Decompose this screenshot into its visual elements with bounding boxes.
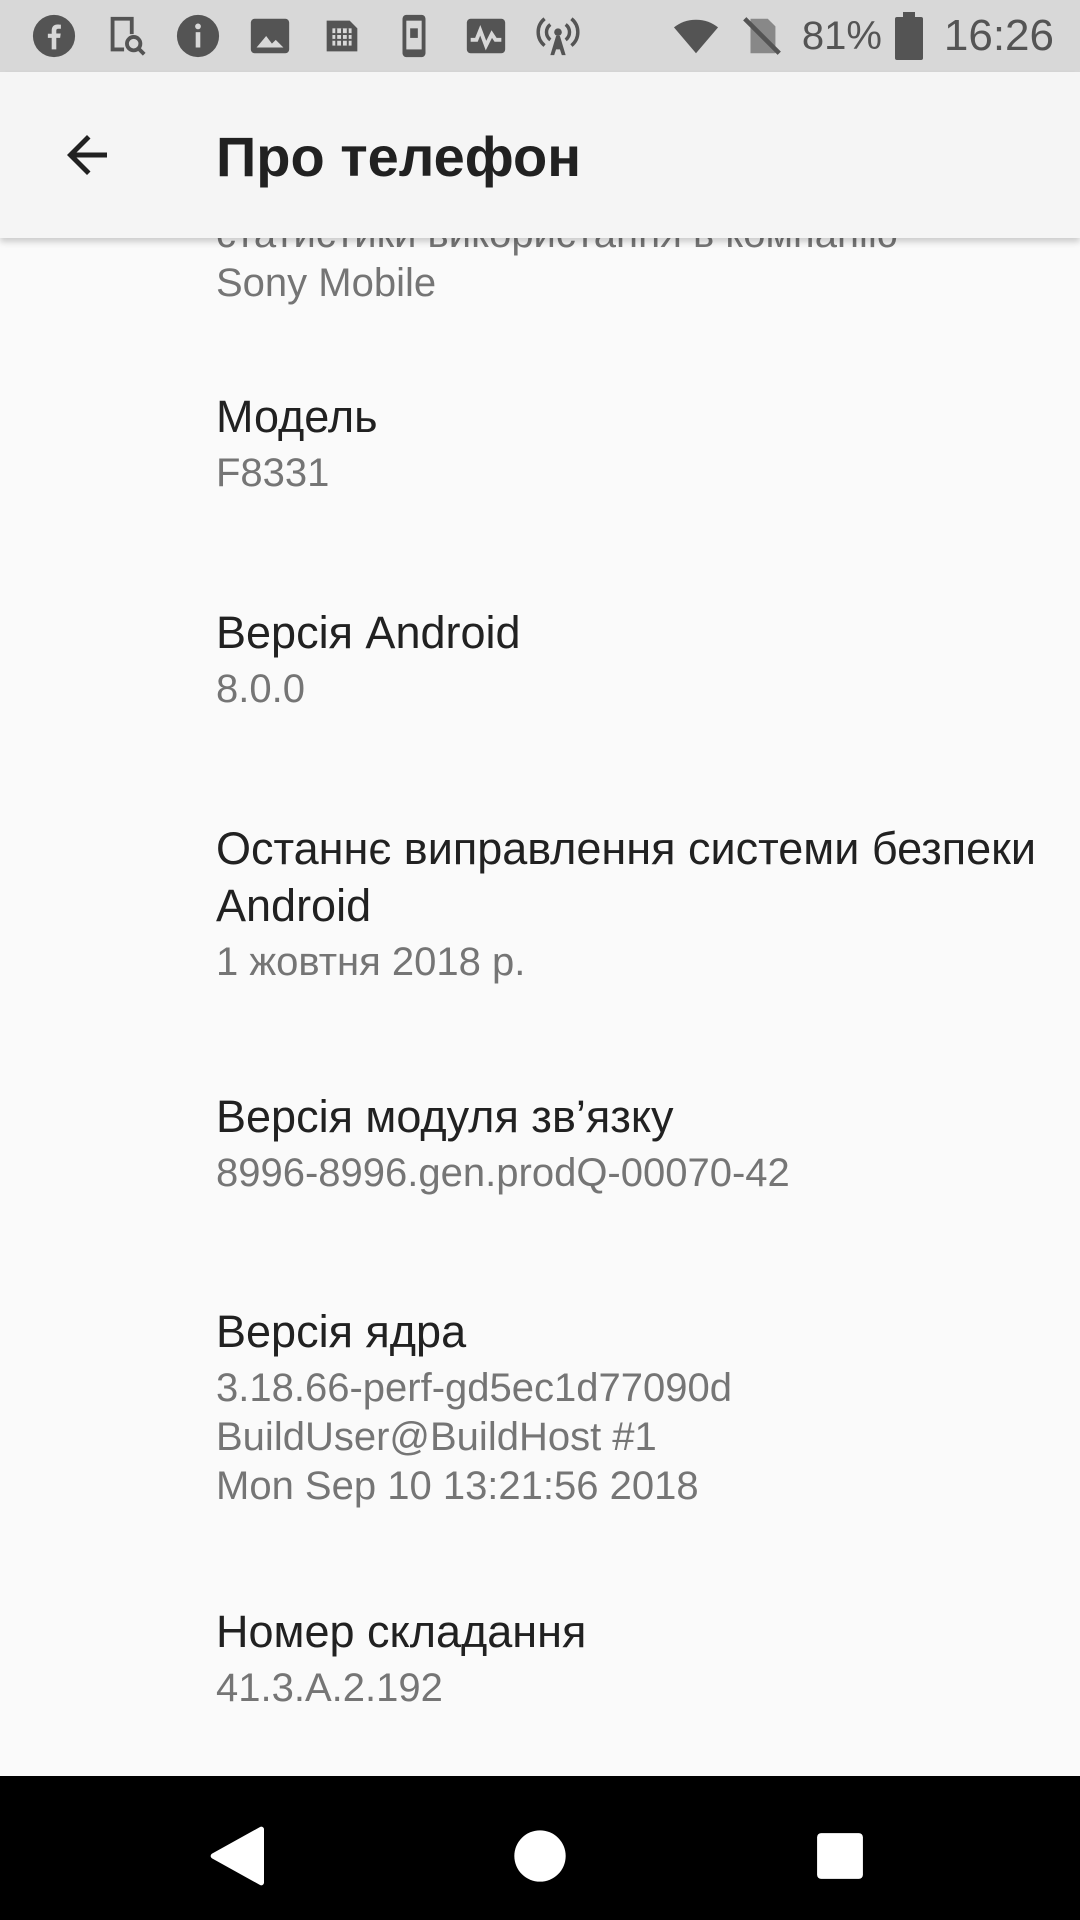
battery-percentage: 81%	[801, 13, 882, 58]
item-title: Версія ядра	[216, 1306, 467, 1357]
clock: 16:26	[943, 11, 1054, 60]
battery-icon	[892, 10, 926, 62]
item-title: Версія модуля зв’язку	[216, 1091, 674, 1142]
item-value: F8331	[216, 451, 330, 495]
nav-back-button[interactable]	[200, 1816, 280, 1896]
status-bar: 81% 16:26	[0, 0, 1080, 72]
item-subtitle: Sony Mobile	[216, 261, 437, 305]
page-title: Про телефон	[216, 125, 582, 188]
list-item-kernel-version[interactable]: Версія ядра 3.18.66-perf-gd5ec1d77090d B…	[216, 1303, 1036, 1511]
list-item-build-number[interactable]: Номер складання 41.3.A.2.192	[216, 1603, 1036, 1713]
item-value: 8996-8996.gen.prodQ-00070-42	[216, 1151, 790, 1195]
settings-list[interactable]: статистики використання в компанію Sony …	[0, 238, 1080, 1776]
info-icon	[172, 10, 224, 62]
list-item-baseband-version[interactable]: Версія модуля зв’язку 8996-8996.gen.prod…	[216, 1088, 1036, 1198]
list-item-usage-stats[interactable]: статистики використання в компанію Sony …	[216, 238, 1036, 308]
nav-recents-icon	[817, 1833, 863, 1879]
item-subtitle-partial: статистики використання в компанію	[216, 238, 1036, 259]
item-title: Останнє виправлення системи безпеки Andr…	[216, 823, 1036, 931]
no-sim-icon	[736, 10, 788, 62]
nav-back-icon	[210, 1826, 264, 1886]
list-item-security-patch[interactable]: Останнє виправлення системи безпеки Andr…	[216, 820, 1036, 987]
facebook-icon	[28, 10, 80, 62]
nav-recents-button[interactable]	[800, 1816, 880, 1896]
list-item-model[interactable]: Модель F8331	[216, 388, 1036, 498]
navigation-bar	[0, 1776, 1080, 1920]
image-icon	[244, 10, 296, 62]
app-bar: Про телефон	[0, 72, 1080, 238]
arrow-back-icon	[67, 135, 107, 175]
item-value: 41.3.A.2.192	[216, 1666, 443, 1710]
item-title: Модель	[216, 391, 378, 442]
item-value: 1 жовтня 2018 р.	[216, 940, 526, 984]
system-status-icons: 81% 16:26	[670, 8, 1054, 64]
sim-card-icon	[316, 10, 368, 62]
activity-chart-icon	[460, 10, 512, 62]
nav-home-icon	[514, 1830, 566, 1882]
phone-device-icon	[388, 10, 440, 62]
back-button[interactable]	[42, 110, 132, 200]
nav-home-button[interactable]	[500, 1816, 580, 1896]
item-title: Версія Android	[216, 607, 521, 658]
wifi-icon	[670, 10, 722, 62]
list-item-android-version[interactable]: Версія Android 8.0.0	[216, 604, 1036, 714]
signal-broadcast-icon	[532, 10, 584, 62]
notification-icons	[28, 10, 604, 62]
item-value: 8.0.0	[216, 667, 305, 711]
item-value: 3.18.66-perf-gd5ec1d77090d BuildUser@Bui…	[216, 1366, 732, 1508]
item-title: Номер складання	[216, 1606, 587, 1657]
device-search-icon	[100, 10, 152, 62]
